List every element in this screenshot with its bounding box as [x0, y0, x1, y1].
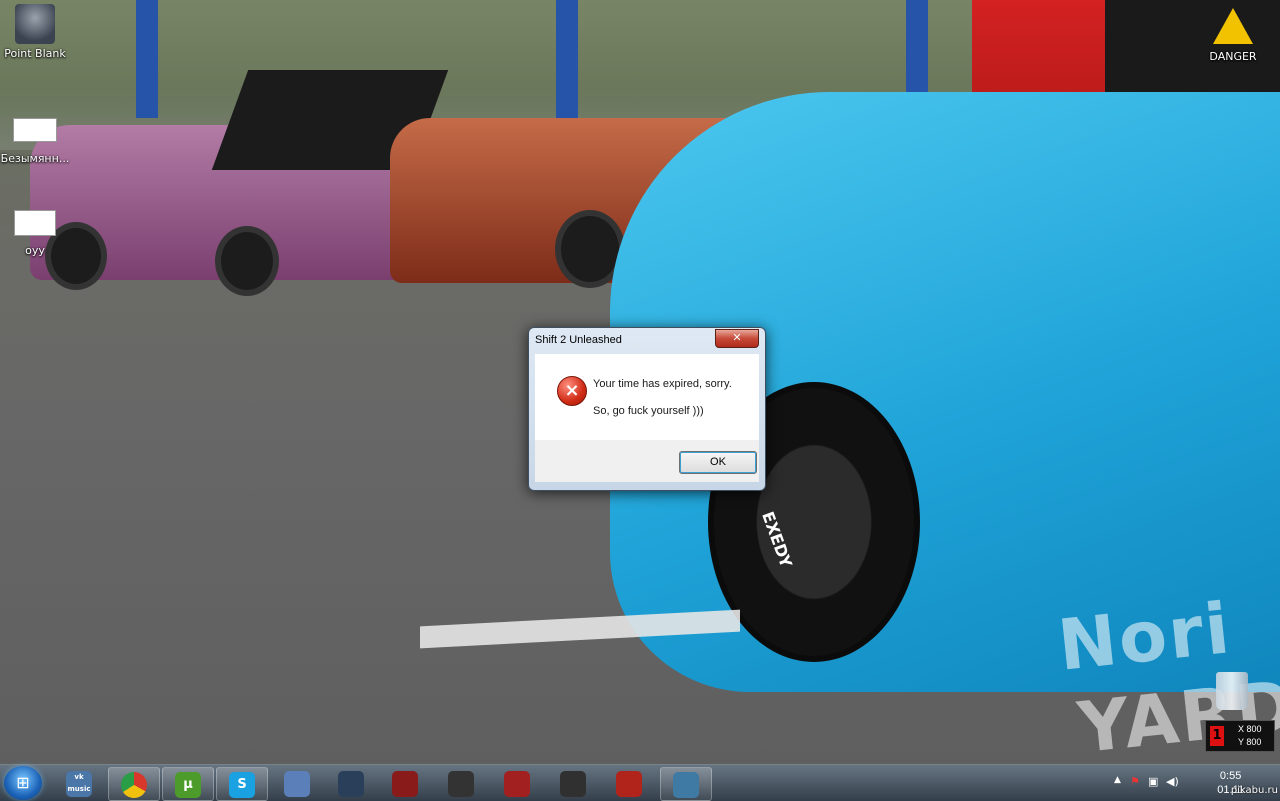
warning-icon	[1213, 8, 1253, 44]
desktop-icon-point-blank[interactable]: Point Blank	[0, 4, 70, 60]
bloody-icon	[392, 770, 418, 797]
dialog-message-line2: So, go fuck yourself )))	[593, 405, 704, 417]
chrome-icon	[121, 771, 147, 798]
document-file-icon	[14, 210, 56, 236]
desktop-icon-label: Безымянн...	[0, 152, 70, 165]
dialog-close-button[interactable]: ✕	[715, 329, 759, 348]
taskbar-app-launcher[interactable]	[272, 767, 322, 799]
taskbar-app-vk-music[interactable]: vk music	[54, 767, 104, 799]
shield-game-icon	[560, 770, 586, 797]
pikabu-watermark: pikabu.ru	[1230, 785, 1278, 796]
recycle-bin-icon[interactable]	[1216, 672, 1248, 710]
taskbar-app-window[interactable]	[660, 767, 712, 801]
start-button[interactable]: ⊞	[4, 766, 42, 800]
dialog-footer: OK	[535, 440, 759, 482]
taskbar-app-utorrent[interactable]: µ	[162, 767, 214, 801]
game-icon	[504, 770, 530, 797]
desktop-icon-label: оуу	[25, 244, 45, 257]
volume-icon[interactable]: ◀)	[1166, 775, 1179, 788]
image-file-icon	[13, 118, 57, 142]
system-tray: ▲ ⚑ ▣ ◀) 0:55 01.11 pikabu.ru	[1110, 765, 1280, 801]
wallpaper-flag	[556, 0, 578, 118]
desktop-icon-image-file[interactable]: Безымянн...	[0, 118, 70, 165]
taskbar-app-nfs[interactable]	[436, 767, 486, 799]
ok-button[interactable]: OK	[679, 451, 757, 474]
desktop-icon-oyy[interactable]: оуу	[0, 210, 70, 257]
clock-time: 0:55	[1219, 770, 1242, 782]
vk-music-icon: vk music	[66, 770, 92, 797]
error-dialog: Shift 2 Unleashed ✕ × Your time has expi…	[528, 327, 766, 491]
desktop-icon-label: Point Blank	[4, 47, 66, 60]
wallpaper-flag	[136, 0, 158, 118]
wallpaper-wheel	[215, 226, 279, 296]
resolution-widget: 1 X 800 Y 800	[1205, 720, 1275, 752]
launcher-icon	[284, 770, 310, 797]
skype-icon: S	[229, 771, 255, 798]
utorrent-icon: µ	[175, 771, 201, 798]
resolution-x: X 800	[1238, 724, 1262, 734]
desktop-icon-label: DANGER	[1209, 50, 1257, 63]
resolution-y: Y 800	[1238, 737, 1262, 747]
resolution-badge: 1	[1210, 726, 1224, 746]
desktop-icon-danger[interactable]: DANGER	[1198, 8, 1268, 63]
taskbar-app-game[interactable]	[492, 767, 542, 799]
taskbar-app-steam[interactable]	[326, 767, 376, 799]
taskbar-app-skype[interactable]: S	[216, 767, 268, 801]
taskbar-app-bloody[interactable]	[380, 767, 430, 799]
dialog-title: Shift 2 Unleashed	[535, 334, 622, 346]
dialog-message-line1: Your time has expired, sorry.	[593, 378, 732, 390]
steam-icon	[338, 770, 364, 797]
taskbar: ⊞ vk music µ S ▲ ⚑ ▣ ◀) 0:55 01.11 pikabu.…	[0, 764, 1280, 801]
error-icon: ×	[557, 376, 587, 406]
dota2-icon	[616, 770, 642, 797]
taskbar-app-shield-game[interactable]	[548, 767, 598, 799]
tray-expand-icon[interactable]: ▲	[1114, 775, 1121, 785]
taskbar-app-chrome[interactable]	[108, 767, 160, 801]
dialog-body: × Your time has expired, sorry. So, go f…	[535, 354, 759, 440]
point-blank-icon	[15, 4, 55, 44]
window-icon	[673, 771, 699, 798]
network-icon[interactable]: ▣	[1148, 775, 1158, 788]
taskbar-app-dota2[interactable]	[604, 767, 654, 799]
action-center-flag-icon[interactable]: ⚑	[1130, 775, 1140, 788]
nfs-icon	[448, 770, 474, 797]
